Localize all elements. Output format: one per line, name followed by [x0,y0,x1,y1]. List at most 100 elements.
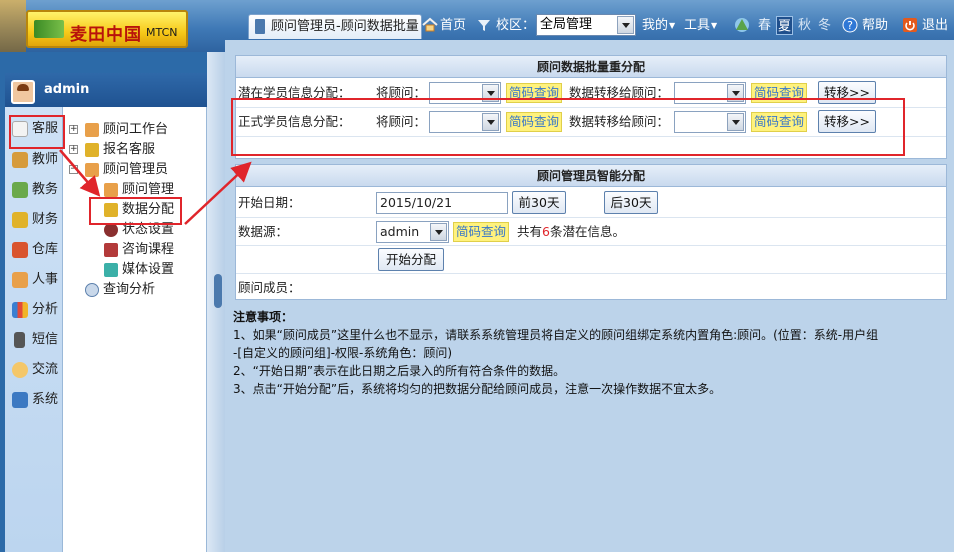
sidebar-item-teacher[interactable]: 教师 [10,149,62,171]
source-value: admin [380,224,420,239]
tree-node-label: 顾问管理 [122,182,175,197]
note-line: 1、如果“顾问成员”这里什么也不显示，请联系系统管理员将自定义的顾问组绑定系统内… [233,328,879,342]
note-line: -[自定义的顾问组]-权限-系统角色：顾问) [233,346,453,360]
home-icon[interactable] [422,17,438,33]
dropdown-arrow-icon: ▼ [669,21,676,30]
person-icon [85,163,99,177]
start-date-label: 开始日期： [238,195,301,210]
sidebar-item-label: 教师 [32,152,59,167]
media-icon [104,263,118,277]
source-label: 数据源： [238,224,289,239]
logout-link[interactable]: 退出 [922,16,948,36]
season-icon [735,18,749,32]
highlight-box-data-allocation [89,197,182,225]
funnel-icon [478,20,490,31]
prev-30-days-button[interactable]: 前30天 [512,191,566,214]
system-icon [12,392,28,408]
logo-text-cn: 麦田中国 [70,25,142,45]
season-autumn[interactable]: 秋 [796,16,813,35]
menu-mine[interactable]: 我的 [642,16,668,36]
sidebar-item-label: 短信 [32,332,59,347]
svg-text:?: ? [847,19,853,32]
money-icon [12,212,28,228]
batch-panel-title: 顾问数据批量重分配 [236,56,946,78]
smart-panel-title: 顾问管理员智能分配 [236,165,946,187]
sidebar-item-label: 教务 [32,182,59,197]
book-icon [255,19,265,34]
logo-mark [34,20,64,38]
dropdown-arrow-icon: ▼ [711,21,718,30]
count-suffix: 条潜在信息。 [549,224,625,239]
start-date-input[interactable]: 2015/10/21 [376,192,508,214]
sidebar-item-label: 分析 [32,302,59,317]
tree-node-workbench[interactable]: 顾问工作台 [85,121,168,139]
tree-node-query[interactable]: 查询分析 [85,281,156,299]
books-icon [104,243,118,257]
campus-label: 校区： [496,18,536,33]
tab-active[interactable]: 顾问管理员-顾问数据批量 [248,14,422,39]
phone-icon [14,332,25,348]
highlight-box-kefu [9,115,65,149]
source-query-button[interactable]: 简码查询 [453,222,510,242]
sidebar-item-chat[interactable]: 交流 [10,359,62,381]
start-row: 开始分配 [236,246,946,274]
next-30-days-button[interactable]: 后30天 [604,191,658,214]
members-label: 顾问成员： [238,280,301,295]
decorative-palm [0,0,26,52]
notes-heading: 注意事项： [233,310,294,324]
season-summer[interactable]: 夏 [776,16,793,35]
expand-icon[interactable]: + [69,145,78,154]
menu-tools[interactable]: 工具 [684,16,710,36]
sidebar-item-label: 人事 [32,272,59,287]
sidebar-item-finance[interactable]: 财务 [10,209,62,231]
note-line: 3、点击“开始分配”后，系统将均匀的把数据分配给顾问成员，注意一次操作数据不宜太… [233,382,722,396]
start-allocation-button[interactable]: 开始分配 [378,248,444,271]
person-icon [85,123,99,137]
splitter[interactable] [207,52,225,552]
collapse-icon[interactable]: − [69,165,78,174]
sidebar-item-sms[interactable]: 短信 [10,329,62,351]
note-line: 2、“开始日期”表示在此日期之后录入的所有符合条件的数据。 [233,364,566,378]
sidebar-item-academic[interactable]: 教务 [10,179,62,201]
sidebar-item-label: 财务 [32,212,59,227]
sidebar-item-hr[interactable]: 人事 [10,269,62,291]
chevron-down-icon [430,223,447,241]
campus-select[interactable]: 全局管理 [536,14,636,36]
record-count-text: 共有6条潜在信息。 [517,222,625,242]
notes-section: 注意事项： 1、如果“顾问成员”这里什么也不显示，请联系系统管理员将自定义的顾问… [233,308,949,398]
season-winter[interactable]: 冬 [816,16,833,35]
expand-icon[interactable]: + [69,125,78,134]
home-link[interactable]: 首页 [440,16,466,36]
smart-allocation-panel: 顾问管理员智能分配 开始日期： 2015/10/21 前30天 后30天 数据源… [235,164,947,300]
tree-node-label: 顾问管理员 [103,162,169,177]
sidebar-item-system[interactable]: 系统 [10,389,62,411]
help-link[interactable]: 帮助 [862,16,888,36]
tree-node-label: 查询分析 [103,282,156,297]
sidebar-item-warehouse[interactable]: 仓库 [10,239,62,261]
tree-node-media[interactable]: 媒体设置 [104,261,175,279]
tree-node-enroll[interactable]: 报名客服 [85,141,155,159]
start-date-row: 开始日期： 2015/10/21 前30天 后30天 [236,188,946,218]
tree-node-admin[interactable]: 顾问管理员 [85,161,169,179]
record-count: 6 [542,224,550,239]
logo: 麦田中国 MTCN [26,10,188,48]
sidebar-item-analysis[interactable]: 分析 [10,299,62,321]
tree-node-label: 媒体设置 [122,262,175,277]
sidebar-item-label: 交流 [32,362,59,377]
top-toolbar: 顾问管理员-顾问数据批量 首页 校区： 全局管理 我的 ▼ 工具 ▼ 春 夏 秋… [244,14,954,39]
campus-value: 全局管理 [540,17,593,32]
tree-node-label: 咨询课程 [122,242,175,257]
tree-node-courses[interactable]: 咨询课程 [104,241,175,259]
sidebar-item-label: 仓库 [32,242,59,257]
handshake-icon [85,143,99,157]
splitter-grip-icon[interactable] [214,274,222,308]
book-icon [12,152,28,168]
sidebar-item-label: 系统 [32,392,59,407]
chat-icon [12,362,28,378]
bar-chart-icon [12,302,28,318]
search-icon [85,283,99,297]
season-spring[interactable]: 春 [756,16,773,35]
user-bar [5,73,207,107]
source-select[interactable]: admin [376,221,449,243]
person-icon [104,183,118,197]
